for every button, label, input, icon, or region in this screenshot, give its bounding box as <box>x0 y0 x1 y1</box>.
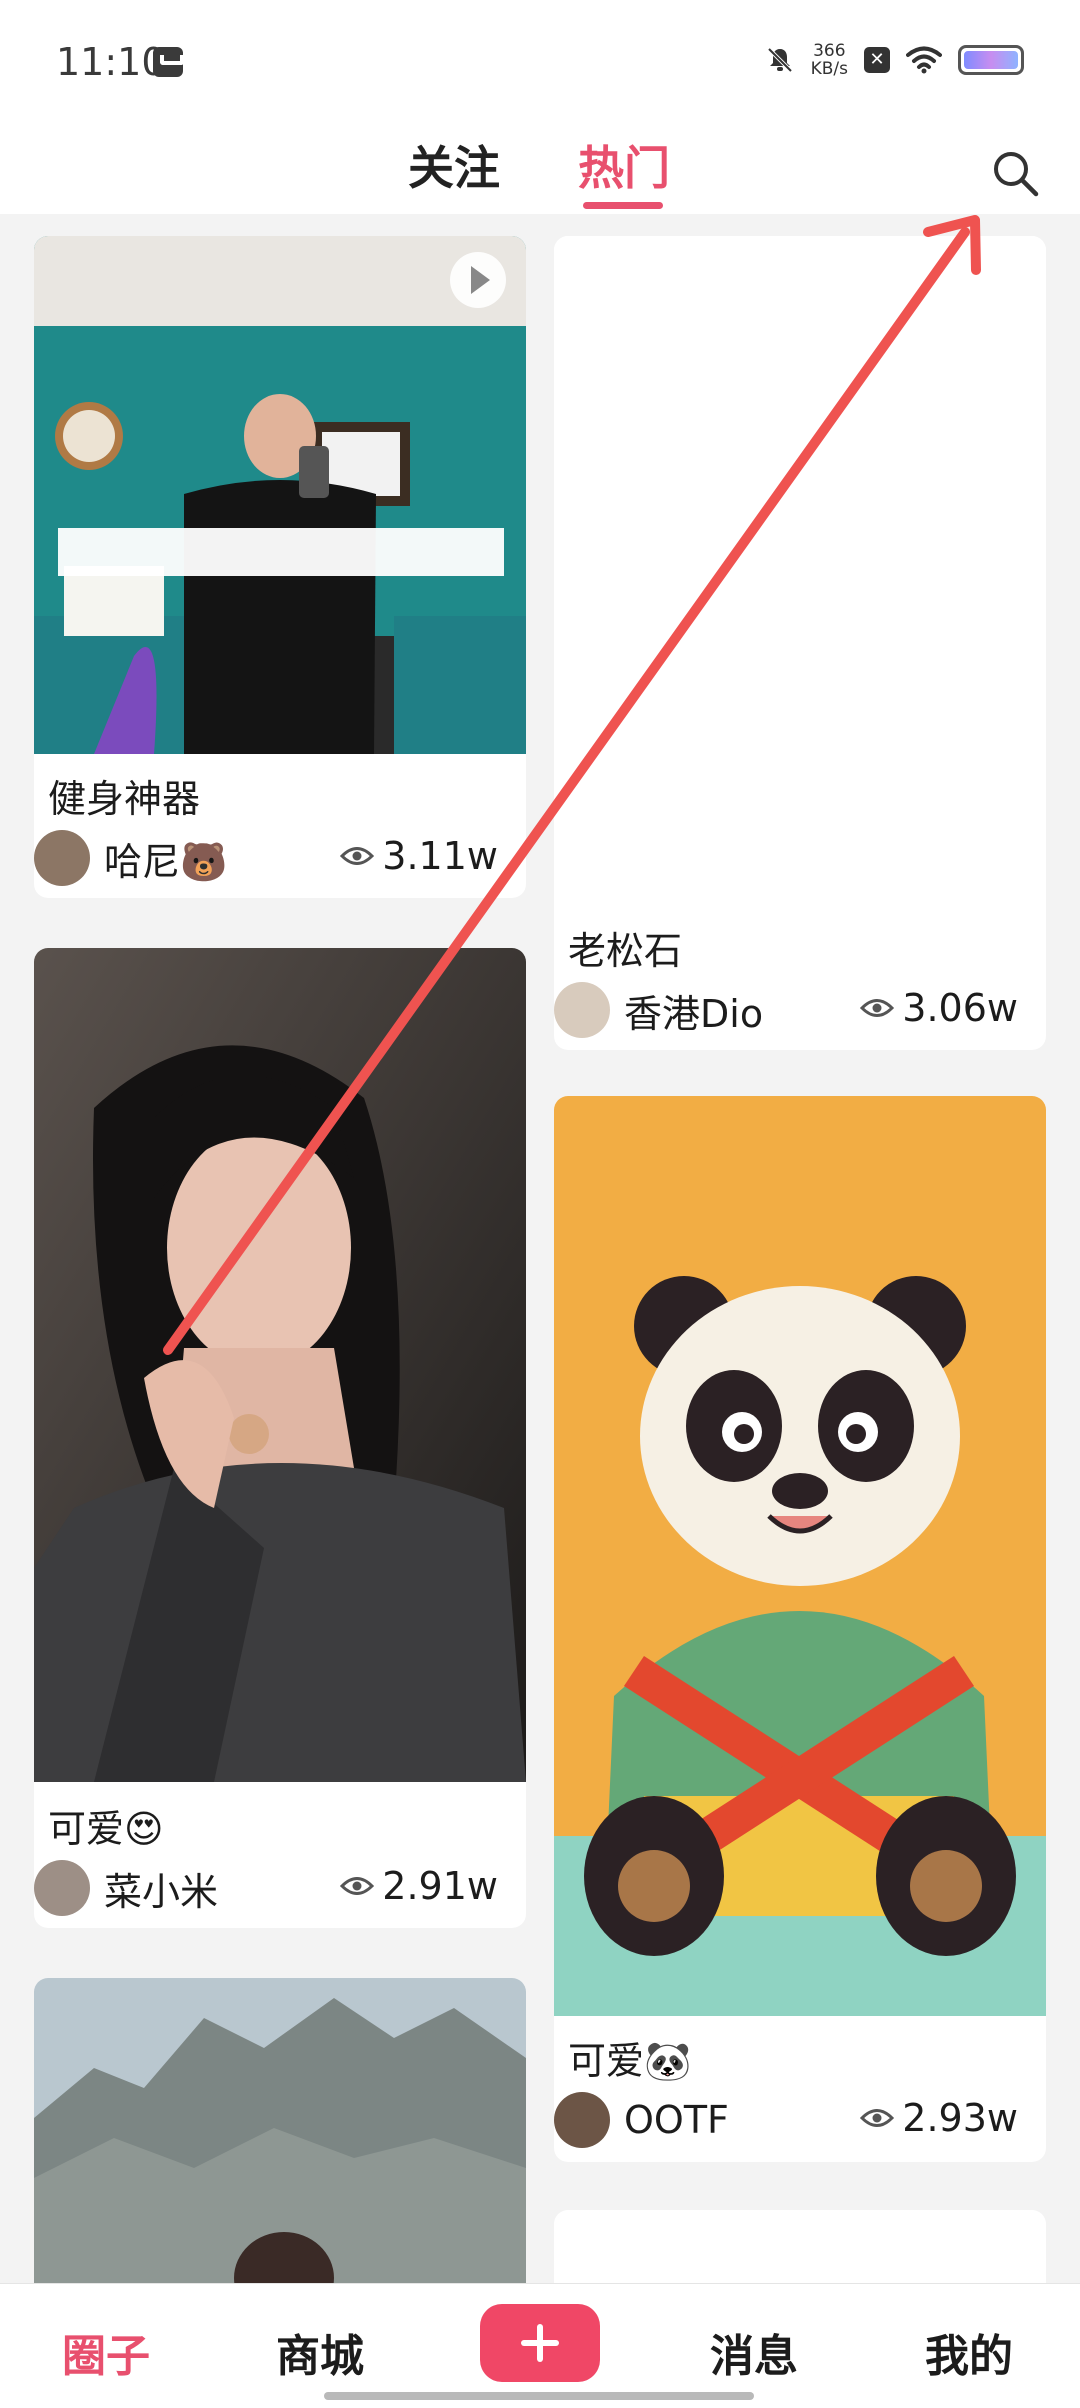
close-box-icon: ✕ <box>864 47 890 73</box>
mute-icon <box>767 47 793 73</box>
feed-card[interactable]: 健身神器 哈尼🐻 3.11w <box>34 236 526 898</box>
card-image-placeholder[interactable] <box>554 236 1046 896</box>
home-indicator <box>324 2392 754 2400</box>
card-author[interactable]: OOTF <box>554 2092 729 2148</box>
card-author[interactable]: 香港Dio <box>554 982 763 1038</box>
view-count-value: 3.11w <box>382 834 498 878</box>
battery-icon <box>958 45 1024 75</box>
card-title: 可爱🐼 <box>568 2039 692 2083</box>
add-post-button[interactable] <box>480 2304 600 2382</box>
view-count-value: 3.06w <box>902 986 1018 1030</box>
tab-follow[interactable]: 关注 <box>408 132 500 198</box>
feed-card[interactable]: 可爱😍 菜小米 2.91w <box>34 948 526 1928</box>
card-title: 健身神器 <box>48 777 201 821</box>
view-count: 2.91w <box>340 1864 498 1908</box>
feed-card[interactable]: 可爱🐼 OOTF 2.93w <box>554 1096 1046 2162</box>
card-title: 老松石 <box>568 929 683 973</box>
card-mountain-image[interactable] <box>34 1978 526 2298</box>
eye-icon <box>340 1877 375 1895</box>
author-name: 哈尼🐻 <box>104 839 228 884</box>
status-time: 11:10 <box>56 40 166 84</box>
wifi-icon <box>906 46 942 74</box>
network-speed-unit: KB/s <box>810 59 848 79</box>
eye-icon <box>860 999 895 1017</box>
search-icon[interactable] <box>986 144 1046 204</box>
top-tab-bar: 关注 热门 <box>0 118 1080 214</box>
view-count: 2.93w <box>860 2096 1018 2140</box>
status-icons: 366 KB/s ✕ <box>765 40 1024 80</box>
view-count: 3.06w <box>860 986 1018 1030</box>
feed-card[interactable] <box>34 1978 526 2298</box>
author-name: 香港Dio <box>624 991 764 1036</box>
bottom-navigation: 圈子 商城 消息 我的 <box>0 2283 1080 2408</box>
view-count-value: 2.93w <box>902 2096 1018 2140</box>
eye-icon <box>860 2109 895 2127</box>
network-speed-value: 366 <box>813 41 846 61</box>
avatar[interactable] <box>34 1860 90 1916</box>
message-icon <box>153 47 184 77</box>
avatar[interactable] <box>34 830 90 886</box>
card-portrait-image[interactable] <box>34 948 526 1782</box>
avatar[interactable] <box>554 982 610 1038</box>
status-bar: 11:10 366 KB/s ✕ <box>0 0 1080 118</box>
network-speed: 366 KB/s <box>811 42 848 78</box>
card-title: 可爱😍 <box>48 1807 164 1851</box>
tab-hot[interactable]: 热门 <box>578 132 670 198</box>
view-count-value: 2.91w <box>382 1864 498 1908</box>
nav-mall[interactable]: 商城 <box>276 2320 364 2384</box>
card-author[interactable]: 哈尼🐻 <box>34 830 227 886</box>
feed-card[interactable]: 老松石 香港Dio 3.06w <box>554 236 1046 1050</box>
card-panda-image[interactable] <box>554 1096 1046 2016</box>
eye-icon <box>340 847 375 865</box>
card-video-thumbnail[interactable] <box>34 236 526 754</box>
card-author[interactable]: 菜小米 <box>34 1860 218 1916</box>
nav-mine[interactable]: 我的 <box>925 2320 1013 2384</box>
avatar[interactable] <box>554 2092 610 2148</box>
view-count: 3.11w <box>340 834 498 878</box>
nav-message[interactable]: 消息 <box>710 2320 798 2384</box>
author-name: 菜小米 <box>104 1869 219 1914</box>
active-tab-indicator <box>583 202 663 209</box>
author-name: OOTF <box>624 2098 729 2142</box>
nav-circle[interactable]: 圈子 <box>62 2320 150 2384</box>
